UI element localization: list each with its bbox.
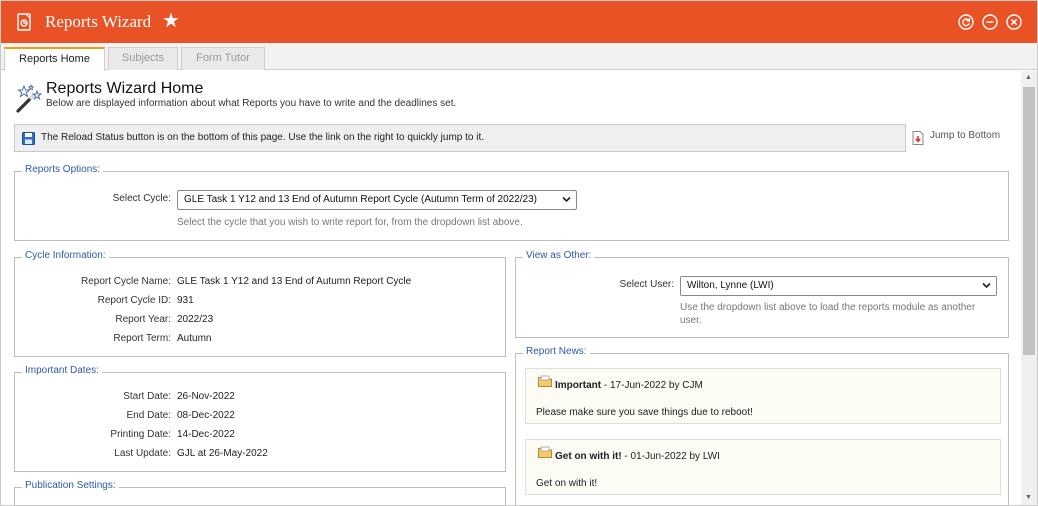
user-select-value: Wilton, Lynne (LWI): [687, 280, 774, 291]
news-body: Get on with it!: [536, 478, 598, 489]
tab-reports-home[interactable]: Reports Home: [4, 47, 105, 71]
tab-subjects[interactable]: Subjects: [108, 47, 178, 70]
cycle-information-panel: Cycle Information: Report Cycle Name: GL…: [14, 250, 506, 357]
magic-wand-icon: [16, 84, 43, 113]
last-update-value: GJL at 26-May-2022: [177, 448, 268, 459]
start-date-label: Start Date:: [123, 391, 171, 402]
report-cycle-id-value: 931: [177, 295, 194, 306]
cycle-information-legend: Cycle Information:: [22, 250, 109, 261]
reports-options-panel: Reports Options: Select Cycle: GLE Task …: [14, 164, 1009, 241]
user-select[interactable]: Wilton, Lynne (LWI): [680, 276, 997, 296]
tab-bar: Reports Home Subjects Form Tutor: [1, 43, 1037, 71]
report-cycle-name-label: Report Cycle Name:: [80, 276, 171, 287]
news-heading: Important - 17-Jun-2022 by CJM: [555, 380, 703, 391]
select-cycle-label: Select Cycle:: [112, 193, 171, 204]
news-heading: Get on with it! - 01-Jun-2022 by LWI: [555, 451, 720, 462]
reports-wizard-window: Reports Wizard ★ Reports Home Subjects F…: [0, 0, 1038, 506]
title-bar: Reports Wizard ★: [1, 1, 1037, 43]
refresh-icon[interactable]: [958, 14, 974, 30]
star-icon[interactable]: ★: [162, 11, 180, 31]
report-term-value: Autumn: [177, 333, 212, 344]
chevron-down-icon: [562, 196, 571, 203]
reports-options-legend: Reports Options:: [22, 164, 104, 175]
scroll-up-arrow-icon[interactable]: ▲: [1025, 74, 1032, 81]
important-dates-legend: Important Dates:: [22, 365, 102, 376]
publication-settings-legend: Publication Settings:: [22, 480, 119, 491]
important-dates-panel: Important Dates: Start Date: 26-Nov-2022…: [14, 365, 506, 472]
view-as-other-legend: View as Other:: [523, 250, 595, 261]
printing-date-value: 14-Dec-2022: [177, 429, 235, 440]
minimize-icon[interactable]: [982, 14, 998, 30]
cycle-select-value: GLE Task 1 Y12 and 13 End of Autumn Repo…: [184, 194, 537, 205]
report-term-label: Report Term:: [113, 333, 171, 344]
report-year-label: Report Year:: [115, 314, 171, 325]
page-subtitle: Below are displayed information about wh…: [46, 98, 457, 109]
tab-form-tutor[interactable]: Form Tutor: [181, 47, 265, 70]
cycle-select[interactable]: GLE Task 1 Y12 and 13 End of Autumn Repo…: [177, 190, 577, 210]
report-news-legend: Report News:: [523, 346, 590, 357]
report-cycle-id-label: Report Cycle ID:: [97, 295, 171, 306]
report-cycle-name-value: GLE Task 1 Y12 and 13 End of Autumn Repo…: [177, 276, 412, 287]
scrollbar-thumb[interactable]: [1023, 87, 1035, 355]
end-date-value: 08-Dec-2022: [177, 410, 235, 421]
vertical-scrollbar[interactable]: ▲ ▼: [1021, 71, 1037, 505]
news-folder-icon: [538, 446, 552, 458]
start-date-value: 26-Nov-2022: [177, 391, 235, 402]
news-item: Get on with it! - 01-Jun-2022 by LWI Get…: [525, 439, 1001, 495]
jump-to-bottom-label: Jump to Bottom: [930, 130, 1001, 141]
report-year-value: 2022/23: [177, 314, 214, 325]
news-meta: - 17-Jun-2022 by CJM: [601, 380, 703, 391]
news-body: Please make sure you save things due to …: [536, 407, 753, 418]
scroll-down-arrow-icon[interactable]: ▼: [1025, 494, 1032, 501]
news-meta: - 01-Jun-2022 by LWI: [621, 451, 720, 462]
main-content: Reports Wizard Home Below are displayed …: [1, 71, 1021, 505]
view-as-other-panel: View as Other: Select User: Wilton, Lynn…: [515, 250, 1009, 338]
last-update-label: Last Update:: [114, 448, 171, 459]
page-title: Reports Wizard Home: [46, 80, 204, 97]
report-news-panel: Report News: Important - 17-Jun-2022 by …: [515, 346, 1009, 505]
news-title: Get on with it!: [555, 451, 622, 462]
close-icon[interactable]: [1006, 14, 1022, 30]
report-app-icon: [17, 13, 31, 31]
publication-settings-panel: Publication Settings:: [14, 480, 506, 505]
user-hint: Use the dropdown list above to load the …: [680, 302, 976, 326]
news-title: Important: [555, 380, 602, 391]
notice-text: The Reload Status button is on the botto…: [41, 132, 485, 143]
jump-down-icon: [912, 131, 924, 145]
news-item: Important - 17-Jun-2022 by CJM Please ma…: [525, 368, 1001, 424]
select-user-label: Select User:: [619, 279, 674, 290]
save-disk-icon: [22, 132, 35, 145]
chevron-down-icon: [982, 282, 991, 289]
window-title: Reports Wizard: [45, 12, 152, 31]
reload-notice: The Reload Status button is on the botto…: [14, 124, 906, 152]
news-folder-icon: [538, 375, 552, 387]
cycle-hint: Select the cycle that you wish to write …: [177, 217, 523, 228]
end-date-label: End Date:: [126, 410, 171, 421]
printing-date-label: Printing Date:: [110, 429, 171, 440]
